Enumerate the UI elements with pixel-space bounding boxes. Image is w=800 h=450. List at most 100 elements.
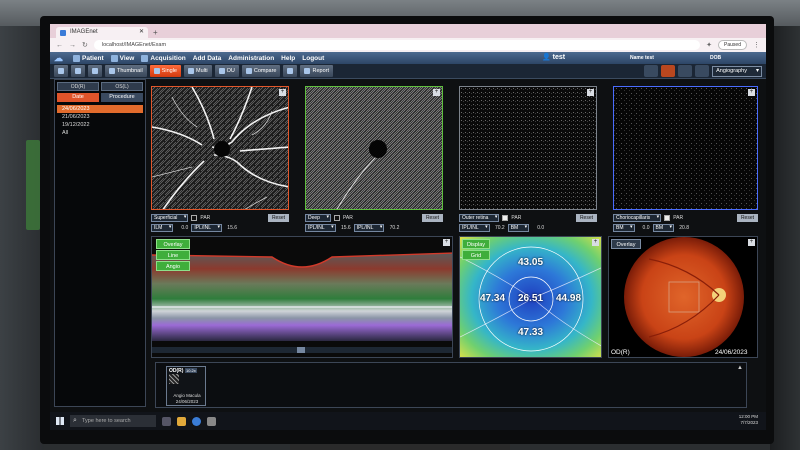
lower-boundary-select[interactable]: IPL/INL xyxy=(191,224,223,232)
report-label: Report xyxy=(312,68,329,74)
expand-icon[interactable]: + xyxy=(443,239,450,246)
layer-select[interactable]: Outer retina xyxy=(459,214,500,222)
upper-offset[interactable]: 15.6 xyxy=(339,225,351,231)
lower-offset[interactable]: 0.0 xyxy=(532,225,544,231)
date-item[interactable]: 21/06/2023 xyxy=(57,113,143,121)
menu-acquisition[interactable]: Acquisition xyxy=(141,54,186,62)
compare-label: Compare xyxy=(253,68,277,74)
close-icon[interactable]: ✕ xyxy=(139,27,144,38)
fundus-overlay-button[interactable]: Overlay xyxy=(611,239,641,249)
report-button[interactable]: Report xyxy=(300,65,333,77)
angio-superficial-image[interactable]: + xyxy=(151,86,289,210)
upper-offset[interactable]: 0.0 xyxy=(176,225,188,231)
line-button[interactable]: Line xyxy=(156,250,190,260)
upper-offset[interactable]: 0.0 xyxy=(638,225,650,231)
list-icon xyxy=(75,68,81,74)
upper-boundary-select[interactable]: BM xyxy=(613,224,635,232)
taskbar-search[interactable]: Type here to search xyxy=(70,415,156,427)
layout-list-button[interactable] xyxy=(71,65,85,77)
reset-button[interactable]: Reset xyxy=(575,214,597,222)
system-clock[interactable]: 12:00 PM 7/7/2023 xyxy=(739,414,758,426)
mode-select[interactable]: Angiography xyxy=(712,65,762,77)
menu-logout[interactable]: Logout xyxy=(302,55,324,62)
par-checkbox[interactable] xyxy=(191,215,198,221)
date-item[interactable]: 19/12/2022 xyxy=(57,121,143,129)
angio-choriocapillaris-image[interactable]: + xyxy=(613,86,758,210)
bscan-image[interactable]: Overlay Line Angio + xyxy=(151,236,453,358)
layout-split-button[interactable] xyxy=(88,65,102,77)
menu-administration[interactable]: Administration xyxy=(228,55,274,62)
par-checkbox[interactable] xyxy=(664,215,671,221)
menu-help[interactable]: Help xyxy=(281,55,295,62)
tab-os[interactable]: OS(L) xyxy=(101,82,143,91)
vessel-density-map[interactable]: Display Grid 43.05 47.34 26.51 44.98 47.… xyxy=(459,236,602,358)
compare-button[interactable]: Compare xyxy=(241,65,281,77)
angio-overlay-button[interactable]: Angio xyxy=(156,261,190,271)
menu-view[interactable]: View xyxy=(110,54,134,62)
date-item[interactable]: 24/06/2023 xyxy=(57,105,143,113)
extensions-icon[interactable]: ✦ xyxy=(706,41,712,49)
lower-offset[interactable]: 70.2 xyxy=(387,225,400,231)
tab-procedure[interactable]: Procedure xyxy=(101,93,143,102)
browser-tab[interactable]: IMAGEnet ✕ xyxy=(56,27,148,38)
task-view-icon[interactable] xyxy=(162,416,171,426)
par-checkbox[interactable] xyxy=(333,215,340,221)
lower-offset[interactable]: 20.8 xyxy=(677,225,689,231)
trend-button[interactable] xyxy=(283,65,298,77)
expand-icon[interactable]: + xyxy=(433,89,440,96)
layer-select[interactable]: Choriocapillaris xyxy=(613,214,662,222)
expand-icon[interactable]: + xyxy=(748,239,755,246)
reset-button[interactable]: Reset xyxy=(421,214,443,222)
forward-icon[interactable]: → xyxy=(69,42,76,49)
layer-select[interactable]: Deep xyxy=(305,214,331,222)
lower-boundary-select[interactable]: BM xyxy=(507,224,530,232)
upper-boundary-select[interactable]: IPL/INL xyxy=(459,224,490,232)
expand-icon[interactable]: + xyxy=(587,89,594,96)
reset-button[interactable]: Reset xyxy=(267,214,289,222)
par-checkbox[interactable] xyxy=(502,215,509,221)
lower-boundary-select[interactable]: BM xyxy=(652,224,674,232)
multi-button[interactable]: Multi xyxy=(183,65,212,77)
date-item[interactable]: All xyxy=(57,129,143,137)
settings-icon[interactable] xyxy=(695,65,710,77)
url-field[interactable]: localhost/IMAGEnet/Exam xyxy=(93,40,701,50)
tab-date[interactable]: Date xyxy=(57,93,99,102)
display-button[interactable]: Display xyxy=(462,239,490,249)
layout-grid-button[interactable] xyxy=(54,65,68,77)
fundus-image[interactable]: Overlay OD(R) 24/06/2023 + xyxy=(608,236,758,358)
export-icon[interactable] xyxy=(678,65,693,77)
menu-add-data[interactable]: Add Data xyxy=(193,55,222,62)
profile-button[interactable]: Paused xyxy=(718,40,747,50)
layer-select[interactable]: Superficial xyxy=(151,214,189,222)
lower-boundary-select[interactable]: IPL/INL xyxy=(353,224,385,232)
scroll-up-icon[interactable]: ▲ xyxy=(737,365,743,371)
chrome-icon[interactable] xyxy=(192,416,201,426)
new-tab-icon[interactable]: + xyxy=(153,27,158,38)
eye-icon[interactable] xyxy=(644,65,659,77)
expand-icon[interactable]: + xyxy=(748,89,755,96)
upper-offset[interactable]: 70.2 xyxy=(493,225,505,231)
menu-dots-icon[interactable]: ⋮ xyxy=(753,41,760,49)
record-icon[interactable] xyxy=(661,65,676,77)
tab-od[interactable]: OD(R) xyxy=(57,82,99,91)
single-button[interactable]: Single xyxy=(149,65,181,77)
windows-start-icon[interactable] xyxy=(56,417,64,425)
upper-boundary-select[interactable]: IPL/INL xyxy=(305,224,336,232)
expand-icon[interactable]: + xyxy=(592,239,599,246)
ou-button[interactable]: OU xyxy=(214,65,239,77)
menu-patient[interactable]: Patient xyxy=(73,54,104,62)
thumbnail-button[interactable]: Thumbnail xyxy=(105,65,147,77)
angio-outer-retina-image[interactable]: + xyxy=(459,86,597,210)
expand-icon[interactable]: + xyxy=(279,89,286,96)
reset-button[interactable]: Reset xyxy=(736,214,758,222)
overlay-button[interactable]: Overlay xyxy=(156,239,190,249)
scan-thumbnail[interactable]: OD(R) 10.2x Angio Macula 24/06/2023 xyxy=(166,366,206,406)
upper-boundary-select[interactable]: ILM xyxy=(151,224,174,232)
back-icon[interactable]: ← xyxy=(56,42,63,49)
file-explorer-icon[interactable] xyxy=(177,416,186,426)
app-icon[interactable] xyxy=(207,416,216,426)
grid-button[interactable]: Grid xyxy=(462,250,490,260)
lower-offset[interactable]: 15.6 xyxy=(225,225,237,231)
reload-icon[interactable]: ↻ xyxy=(82,41,88,49)
angio-deep-image[interactable]: + xyxy=(305,86,443,210)
